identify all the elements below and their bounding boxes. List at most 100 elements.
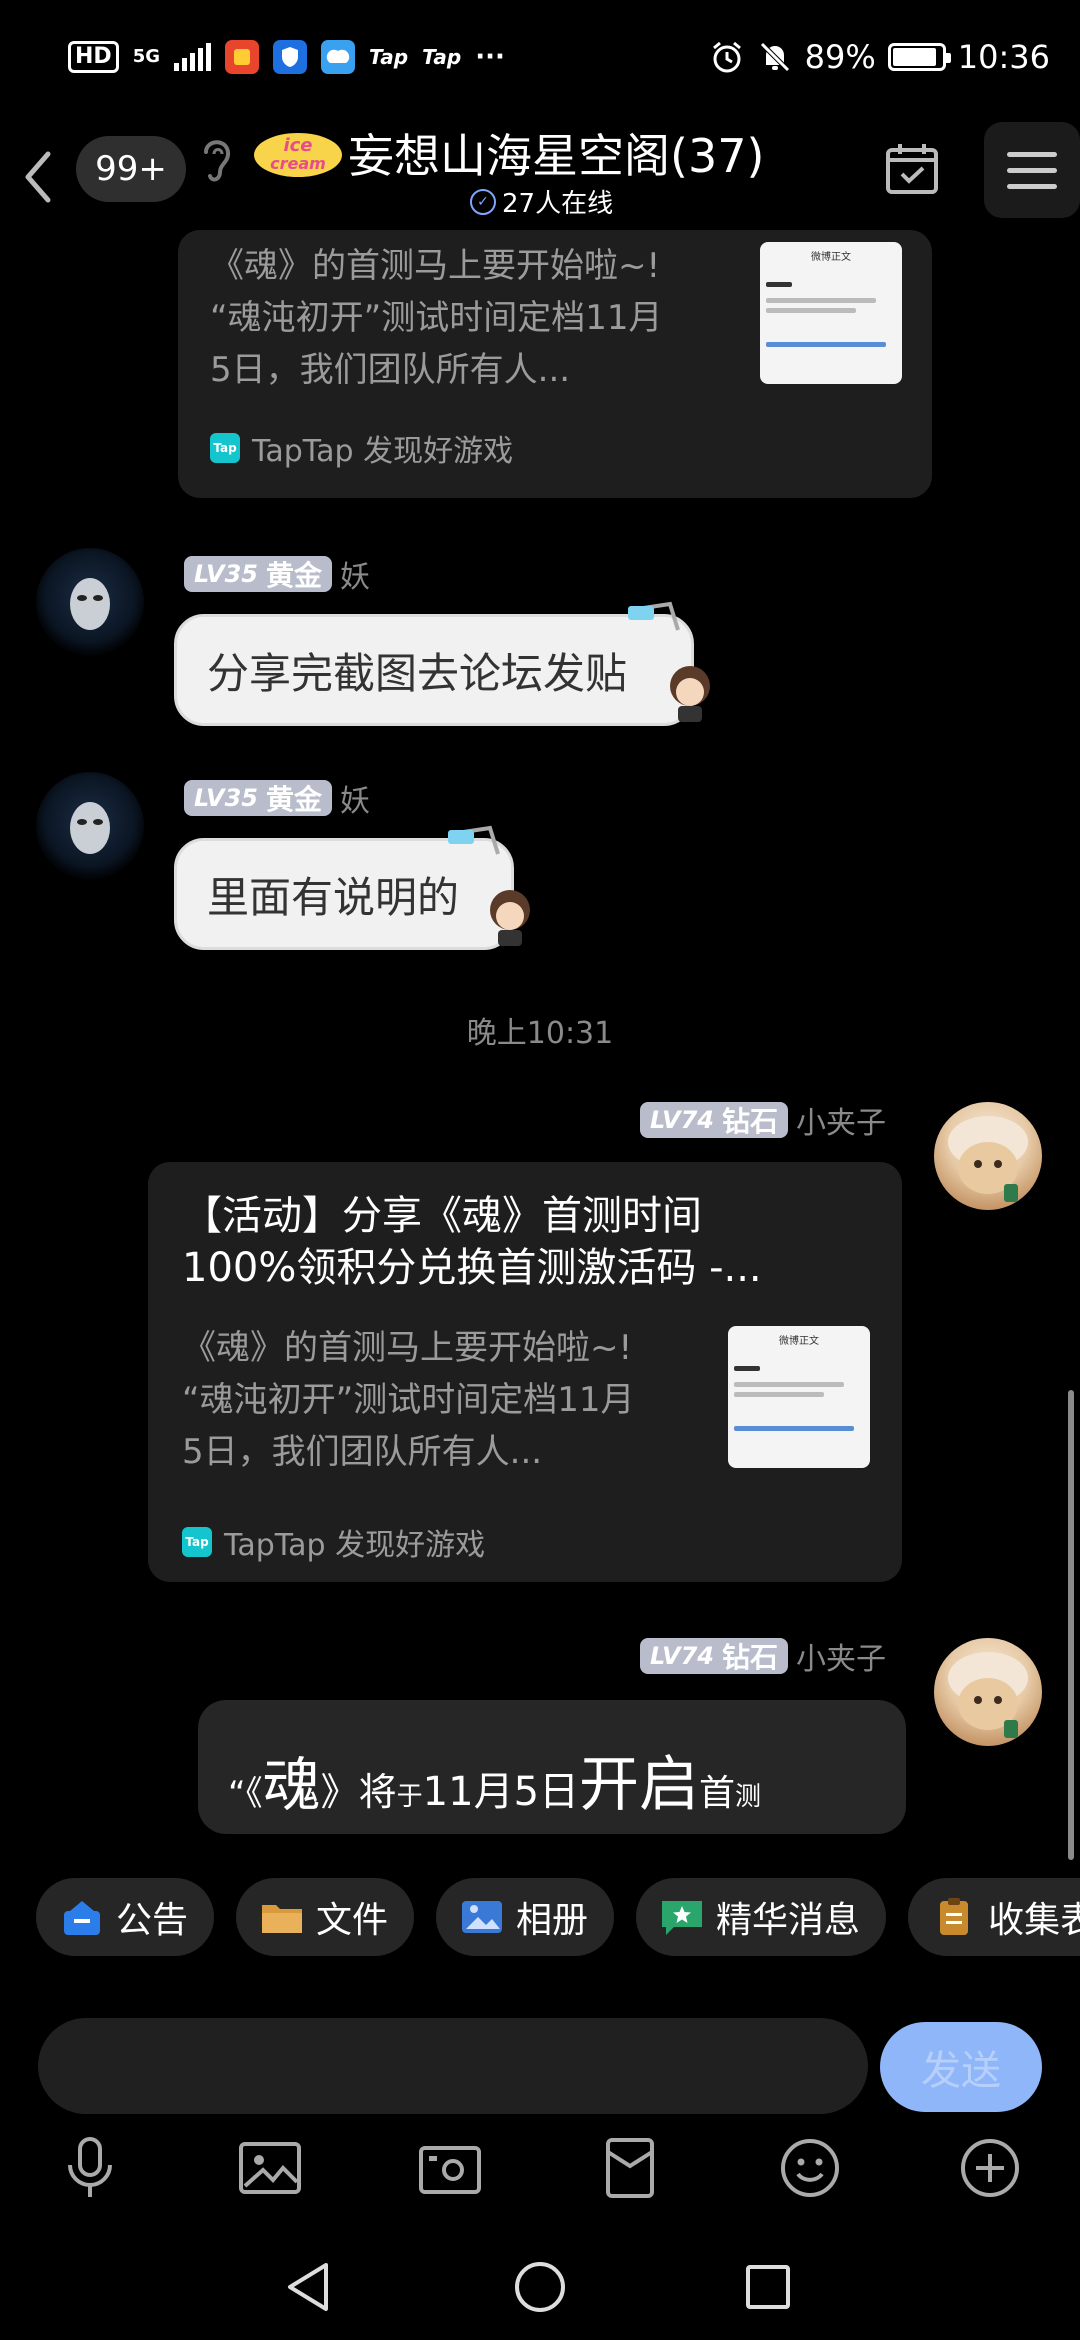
svg-text:cream: cream (270, 154, 326, 173)
level-rank: 钻石 (721, 1105, 778, 1138)
card-source-label: TapTap 发现好游戏 (224, 1528, 486, 1563)
home-icon[interactable] (500, 2252, 580, 2322)
online-icon: ✓ (470, 188, 496, 215)
sender-row: LV74 钻石 小夹子 (640, 1102, 886, 1141)
card-desc-line: “魂沌初开”测试时间定档11月 (210, 298, 663, 338)
back-icon[interactable] (268, 2252, 348, 2322)
chip-form[interactable]: 收集表 (908, 1878, 1080, 1956)
bubble-decoration-icon (448, 825, 500, 855)
self-avatar[interactable] (934, 1638, 1042, 1746)
clock: 10:36 (957, 38, 1050, 76)
thumbnail-title: 微博正文 (811, 252, 851, 263)
camera-icon[interactable] (414, 2128, 486, 2208)
card-desc-line: 5日，我们团队所有人... (210, 350, 571, 390)
level-number: LV35 (194, 784, 258, 812)
level-number: LV74 (650, 1106, 714, 1134)
taptap-logo-icon: Tap (210, 433, 240, 463)
message-text-part: 开启 (579, 1750, 700, 1820)
shared-link-card[interactable]: 【活动】分享《魂》首测时间 100%领积分兑换首测激活码 -... 《魂》的首测… (148, 1162, 902, 1582)
avatar[interactable] (36, 548, 144, 656)
red-packet-icon[interactable] (594, 2128, 666, 2208)
plus-icon[interactable] (954, 2128, 1026, 2208)
chip-label: 收集表 (988, 1900, 1080, 1941)
chip-essence[interactable]: 精华消息 (636, 1878, 887, 1956)
emoji-icon[interactable] (774, 2128, 846, 2208)
message-text: 分享完截图去论坛发贴 (207, 648, 628, 698)
notification-app-icon (225, 40, 259, 74)
taptap-logo-icon: Tap (182, 1527, 212, 1557)
sender-name[interactable]: 妖 (340, 552, 370, 596)
online-status[interactable]: ✓ 27人在线 (470, 183, 613, 220)
send-button[interactable]: 发送 (880, 2022, 1042, 2112)
sender-row: LV74 钻石 小夹子 (640, 1638, 886, 1677)
sender-name[interactable]: 小夹子 (796, 1634, 886, 1678)
chat-scrollbar[interactable] (1068, 1390, 1074, 1860)
chibi-sticker-icon (490, 890, 530, 946)
level-number: LV74 (650, 1642, 714, 1670)
image-icon[interactable] (234, 2128, 306, 2208)
card-title-line: 100%领积分兑换首测激活码 -... (182, 1245, 762, 1291)
chip-announcement[interactable]: 公告 (36, 1878, 215, 1956)
card-source-label: TapTap 发现好游戏 (252, 434, 514, 469)
message-text-part: 首 (699, 1773, 736, 1814)
card-desc-line: 5日，我们团队所有人... (182, 1432, 543, 1472)
message-text-part: 魂 (262, 1751, 321, 1819)
unread-count-badge[interactable]: 99+ (76, 136, 186, 202)
message-text-part: 》将 (320, 1770, 397, 1814)
group-title[interactable]: 妄想山海星空阁(37) (348, 120, 764, 186)
battery-icon (887, 43, 951, 71)
sender-row: LV35 黄金 妖 (184, 780, 370, 819)
message-text-part: 测 (735, 1782, 762, 1812)
message-text: 里面有说明的 (207, 872, 460, 922)
level-badge: LV35 黄金 (184, 556, 332, 592)
album-icon (462, 1901, 503, 1933)
level-badge: LV74 钻石 (640, 1102, 788, 1138)
sender-row: LV35 黄金 妖 (184, 556, 370, 595)
shield-app-icon (273, 40, 307, 74)
announcement-icon (64, 1901, 100, 1935)
bubble-decoration-icon (628, 601, 680, 631)
message-text-part: 于 (396, 1782, 423, 1812)
shared-link-card-top[interactable]: 《魂》的首测马上要开始啦~! “魂沌初开”测试时间定档11月 5日，我们团队所有… (178, 230, 932, 498)
card-desc-line: 《魂》的首测马上要开始啦~! (182, 1328, 633, 1368)
level-rank: 黄金 (265, 783, 322, 816)
back-arrow-icon[interactable] (14, 142, 60, 212)
message-bubble[interactable]: “《 魂 》将 于 11月5日 开启 首 测 (198, 1700, 906, 1834)
card-desc-line: 《魂》的首测马上要开始啦~! (210, 246, 661, 286)
network-type: 5G (132, 46, 160, 67)
svg-text:ice: ice (283, 135, 312, 156)
message-input[interactable] (38, 2018, 868, 2114)
thumbnail-title: 微博正文 (779, 1336, 819, 1347)
avatar[interactable] (36, 772, 144, 880)
sender-name[interactable]: 小夹子 (796, 1098, 886, 1142)
calendar-check-icon[interactable] (882, 140, 942, 198)
level-badge: LV74 钻石 (640, 1638, 788, 1674)
recents-icon[interactable] (728, 2252, 808, 2322)
group-menu-button[interactable] (984, 122, 1080, 218)
battery-percent: 89% (804, 38, 876, 76)
earpiece-mode-icon[interactable] (196, 130, 236, 190)
group-avatar-logo[interactable]: ice cream (252, 125, 344, 181)
signal-icon (174, 43, 211, 71)
sender-name[interactable]: 妖 (340, 776, 370, 820)
microphone-icon[interactable] (54, 2128, 126, 2208)
chip-label: 公告 (116, 1900, 189, 1941)
online-count: 27人在线 (502, 189, 614, 219)
chip-label: 精华消息 (716, 1900, 861, 1941)
card-desc-line: “魂沌初开”测试时间定档11月 (182, 1380, 635, 1420)
chip-label: 相册 (516, 1900, 589, 1941)
self-avatar[interactable] (934, 1102, 1042, 1210)
cloud-app-icon (321, 40, 355, 74)
time-divider: 晚上10:31 (466, 1016, 614, 1051)
chibi-sticker-icon (670, 666, 710, 722)
level-number: LV35 (194, 560, 258, 588)
message-bubble[interactable]: 分享完截图去论坛发贴 (174, 614, 694, 726)
quick-actions: 公告 文件 相册 精华消息 收集表 (36, 1878, 1080, 1956)
card-thumbnail: 微博正文 (760, 242, 902, 384)
chip-album[interactable]: 相册 (436, 1878, 615, 1956)
chip-files[interactable]: 文件 (236, 1878, 415, 1956)
hd-indicator: HD (68, 41, 119, 73)
level-rank: 钻石 (721, 1641, 778, 1674)
status-bar: HD 5G Tap Tap ··· 89% 10:36 (0, 0, 1080, 120)
message-text-part: 11月5日 (422, 1769, 580, 1815)
